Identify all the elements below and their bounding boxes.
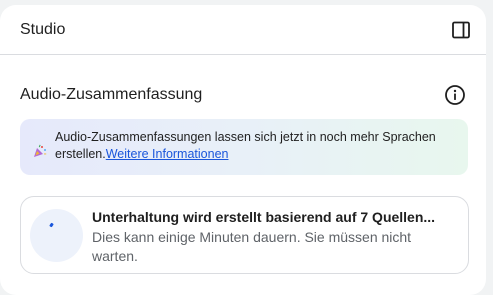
- banner-text: Audio-Zusammenfassungen lassen sich jetz…: [55, 129, 454, 163]
- party-popper-icon: [33, 144, 47, 158]
- audio-overview-header: Audio-Zusammenfassung: [20, 83, 467, 107]
- info-icon[interactable]: [443, 83, 467, 107]
- announcement-banner: Audio-Zusammenfassungen lassen sich jetz…: [20, 119, 468, 175]
- generation-status-card: Unterhaltung wird erstellt basierend auf…: [20, 196, 469, 274]
- side-panel-icon[interactable]: [449, 18, 473, 42]
- loading-spinner-icon: [30, 209, 83, 262]
- section-title: Audio-Zusammenfassung: [20, 86, 203, 103]
- learn-more-link[interactable]: Weitere Informationen: [106, 147, 229, 161]
- studio-header: Studio: [0, 5, 486, 55]
- studio-panel: Studio Audio-Zusammenfassung Audio-Zusam…: [0, 5, 486, 295]
- generation-subtitle: Dies kann einige Minuten dauern. Sie müs…: [92, 229, 412, 264]
- generation-title: Unterhaltung wird erstellt basierend auf…: [92, 209, 436, 225]
- panel-title: Studio: [20, 20, 66, 38]
- spinner-dot: [49, 222, 54, 228]
